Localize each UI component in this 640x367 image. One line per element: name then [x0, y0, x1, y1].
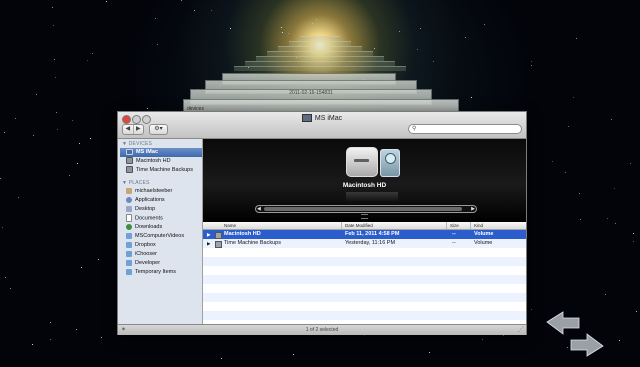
imac-icon — [126, 148, 133, 155]
cover-flow-label: Macintosh HD — [342, 182, 387, 189]
list-header: Name Date Modified Size Kind — [203, 222, 526, 230]
sidebar-item-label: Applications — [135, 197, 165, 203]
folder-icon — [126, 250, 132, 257]
time-machine-drive-icon[interactable] — [380, 149, 400, 177]
window-toolbar: MS iMac ◀ ▶ ⚙▾ ⚲ — [118, 112, 526, 139]
background-window-title — [206, 81, 416, 88]
applications-icon — [126, 196, 132, 203]
home-icon — [126, 187, 132, 194]
sidebar-item-ms-imac[interactable]: MS iMac — [120, 148, 202, 157]
sidebar-item-label: MSComputerVideos — [135, 233, 185, 239]
macintosh-hd-icon[interactable] — [346, 147, 378, 177]
sidebar: ▼ DEVICES MS iMac Macintosh HD Time Mach… — [118, 139, 203, 324]
sidebar-item-desktop[interactable]: Desktop — [120, 205, 202, 214]
hard-drive-icon — [126, 157, 133, 165]
downloads-icon — [126, 223, 132, 230]
row-size: -- — [452, 231, 456, 237]
finder-window[interactable]: MS iMac ◀ ▶ ⚙▾ ⚲ ▼ DEVICES MS iMac Macin… — [117, 111, 527, 335]
sidebar-item-label: Developer — [135, 260, 161, 266]
row-name: Macintosh HD — [224, 231, 261, 237]
search-icon: ⚲ — [412, 126, 417, 132]
disclosure-triangle-icon[interactable]: ▶ — [207, 239, 210, 248]
status-bar: ✶ 1 of 2 selected ⋰ — [118, 324, 526, 335]
sidebar-item-ichooser[interactable]: iChooser — [120, 250, 202, 259]
folder-icon — [126, 268, 132, 275]
disclosure-triangle-icon[interactable]: ▶ — [207, 230, 210, 239]
scroll-left-arrow-icon[interactable]: ◀ — [257, 205, 261, 213]
search-input[interactable] — [419, 125, 515, 133]
sidebar-item-label: michaelsteeber — [135, 188, 173, 194]
sidebar-item-downloads[interactable]: Downloads — [120, 223, 202, 232]
hard-drive-icon — [215, 232, 222, 239]
status-text: 1 of 2 selected — [305, 327, 339, 333]
cover-flow-reflection — [346, 192, 398, 202]
column-header-name[interactable]: Name — [224, 222, 236, 229]
backup-drive-icon — [215, 241, 222, 248]
sidebar-item-home[interactable]: michaelsteeber — [120, 187, 202, 196]
resize-grip-icon[interactable] — [361, 214, 368, 219]
desktop-icon — [126, 205, 132, 212]
time-machine-back-arrow-icon[interactable] — [546, 311, 580, 335]
documents-icon — [126, 214, 132, 222]
column-header-kind[interactable]: Kind — [474, 222, 483, 229]
row-name: Time Machine Backups — [224, 240, 281, 246]
search-field[interactable]: ⚲ — [408, 124, 522, 134]
sidebar-item-label: Temporary Items — [135, 269, 176, 275]
row-kind: Volume — [474, 231, 494, 237]
sidebar-item-developer[interactable]: Developer — [120, 259, 202, 268]
row-size: -- — [452, 240, 456, 246]
window-title: MS iMac — [118, 114, 526, 122]
scrollbar-thumb[interactable] — [264, 207, 462, 211]
sidebar-header-devices[interactable]: ▼ DEVICES — [122, 141, 152, 147]
sidebar-item-temporary-items[interactable]: Temporary Items — [120, 268, 202, 277]
column-header-size[interactable]: Size — [450, 222, 459, 229]
row-date: Feb 11, 2011 4:58 PM — [345, 231, 400, 237]
cover-flow-scrollbar[interactable]: ◀ ▶ — [255, 205, 477, 213]
sidebar-item-label: Time Machine Backups — [136, 167, 193, 173]
sidebar-item-label: Downloads — [135, 224, 163, 230]
resize-handle-icon[interactable]: ⋰ — [518, 325, 524, 335]
imac-icon — [301, 114, 312, 122]
folder-icon — [126, 241, 132, 248]
sidebar-item-time-machine-backups[interactable]: Time Machine Backups — [120, 166, 202, 175]
sidebar-header-places[interactable]: ▼ PLACES — [122, 180, 150, 186]
window-title-text: MS iMac — [314, 114, 343, 122]
time-machine-forward-arrow-icon[interactable] — [570, 333, 604, 357]
sidebar-item-macintosh-hd[interactable]: Macintosh HD — [120, 157, 202, 166]
table-row[interactable]: ▶ Macintosh HD Feb 11, 2011 4:58 PM -- V… — [203, 230, 526, 239]
column-header-date-modified[interactable]: Date Modified — [345, 222, 373, 229]
sidebar-item-label: iChooser — [135, 251, 158, 257]
sidebar-item-label: MS iMac — [136, 149, 159, 155]
time-machine-arrows — [546, 311, 604, 357]
sidebar-item-label: Macintosh HD — [136, 158, 171, 164]
row-date: Yesterday, 11:16 PM — [345, 240, 396, 246]
sidebar-item-label: Documents — [135, 215, 163, 222]
table-row[interactable]: ▶ Time Machine Backups Yesterday, 11:16 … — [203, 239, 526, 248]
folder-icon — [126, 259, 132, 266]
sidebar-item-label: Desktop — [135, 206, 156, 212]
backup-drive-icon — [126, 166, 133, 174]
sidebar-item-mscomputervideos[interactable]: MSComputerVideos — [120, 232, 202, 241]
folder-icon — [126, 232, 132, 239]
back-button[interactable]: ◀ — [123, 125, 134, 134]
sidebar-item-documents[interactable]: Documents — [120, 214, 202, 223]
action-menu-button[interactable]: ⚙▾ — [149, 124, 168, 135]
forward-button[interactable]: ▶ — [134, 125, 144, 134]
background-window-title: 2011-02-16-154831 — [289, 90, 333, 96]
sidebar-item-label: Dropbox — [135, 242, 156, 248]
sidebar-item-applications[interactable]: Applications — [120, 196, 202, 205]
row-kind: Volume — [474, 240, 493, 246]
scroll-right-arrow-icon[interactable]: ▶ — [471, 205, 475, 213]
back-forward-buttons: ◀ ▶ — [122, 124, 144, 135]
cover-flow-view[interactable]: Macintosh HD ◀ ▶ — [203, 139, 526, 222]
sidebar-item-dropbox[interactable]: Dropbox — [120, 241, 202, 250]
file-list: ▶ Macintosh HD Feb 11, 2011 4:58 PM -- V… — [203, 230, 526, 324]
